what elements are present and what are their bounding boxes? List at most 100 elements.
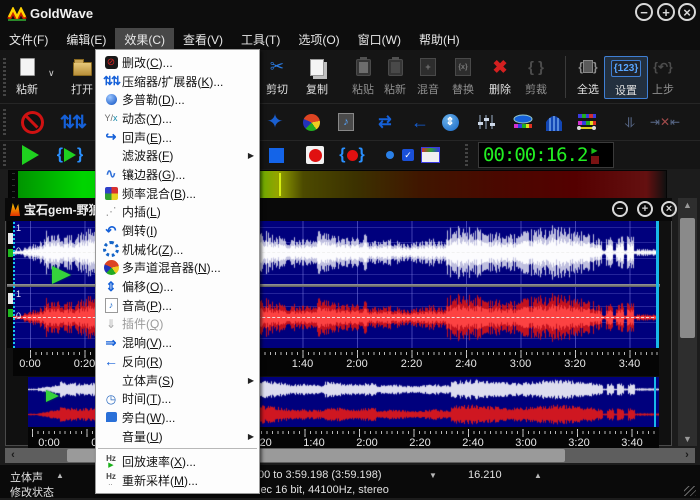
- vertical-scroll-thumb[interactable]: [680, 218, 695, 338]
- toolbar-button-label: 替换: [452, 81, 474, 97]
- channel-mode-cell[interactable]: 立体声: [10, 469, 43, 485]
- menu-item-P[interactable]: ♪音高(P)...: [96, 296, 259, 315]
- sound-minimize-button[interactable]: −: [612, 201, 628, 217]
- menu-item-S[interactable]: 立体声(S)▶: [96, 371, 259, 390]
- menu-item-C[interactable]: ⊘删改(C)...: [96, 53, 259, 72]
- ruler-label: 3:20: [558, 358, 592, 370]
- copy-button[interactable]: 复制: [296, 56, 338, 97]
- trim-button[interactable]: { }剪裁: [515, 56, 557, 97]
- stop-button[interactable]: [259, 142, 293, 168]
- mute-icon[interactable]: [17, 107, 47, 137]
- menu-O[interactable]: 选项(O): [289, 28, 348, 51]
- close-button[interactable]: ×: [678, 3, 696, 21]
- menu-W[interactable]: 窗口(W): [349, 28, 410, 51]
- menu-item-label: 插件(Q): [122, 315, 254, 332]
- time-icon: ◷: [100, 392, 122, 406]
- compressor-arrows-icon[interactable]: ⇅⇅: [57, 107, 87, 137]
- menu-item-label: 频率混合(B)...: [122, 185, 254, 202]
- selection-range-cell[interactable]: 00 to 3:59.198 (3:59.198): [258, 469, 382, 481]
- menu-item-label: 重新采样(M)...: [122, 472, 254, 489]
- properties-window-button[interactable]: [413, 142, 447, 168]
- menu-F[interactable]: 文件(F): [0, 28, 57, 51]
- playback-position-cursor[interactable]: [52, 266, 71, 284]
- menu-C[interactable]: 效果(C): [115, 28, 174, 51]
- selection-start-marker[interactable]: [13, 221, 15, 348]
- record-button[interactable]: [298, 142, 332, 168]
- menu-item-Q[interactable]: ⇓插件(Q): [96, 315, 259, 334]
- scroll-left-icon[interactable]: ‹: [5, 448, 21, 463]
- undo-step-button[interactable]: {↶}上步: [642, 56, 684, 97]
- noise-gate-icon[interactable]: [539, 107, 569, 137]
- channel-mode-up-icon[interactable]: ▲: [56, 471, 64, 480]
- menu-item-B[interactable]: 频率混合(B)...: [96, 184, 259, 203]
- multichannel-mixer-icon: [100, 260, 122, 275]
- resize-grip[interactable]: [684, 486, 696, 496]
- selection-end-marker[interactable]: [656, 221, 659, 348]
- mixer-color-icon[interactable]: [296, 107, 326, 137]
- menu-item-M[interactable]: Hz‥重新采样(M)...: [96, 471, 259, 490]
- menu-item-label: 滤波器(F): [122, 147, 248, 164]
- menu-item-X[interactable]: Hz▶回放速率(X)...: [96, 452, 259, 471]
- menu-item-label: 镶边器(G)...: [122, 166, 254, 183]
- toolbar-separator: [565, 56, 566, 98]
- menu-item-Z[interactable]: 机械化(Z)...: [96, 240, 259, 259]
- play-button[interactable]: [13, 142, 47, 168]
- rate-up-icon[interactable]: ▲: [534, 471, 542, 480]
- rate-cell[interactable]: 16.210: [468, 469, 502, 481]
- menu-item-O[interactable]: ⇕偏移(O)...: [96, 277, 259, 296]
- selection-down-icon[interactable]: ▼: [429, 471, 437, 480]
- maximize-button[interactable]: +: [657, 3, 675, 21]
- menu-item-U[interactable]: 音量(U)▶: [96, 427, 259, 446]
- menu-item-label: 删改(C)...: [122, 54, 254, 71]
- toolbar-button-label: 剪裁: [525, 81, 547, 97]
- scroll-up-icon[interactable]: ▲: [678, 198, 697, 212]
- scissors-button[interactable]: ✂剪切: [256, 56, 298, 97]
- toolbar-grip[interactable]: [3, 144, 6, 166]
- reverb-arrows-icon[interactable]: ⇄: [370, 107, 400, 137]
- menu-item-label: 反向(R): [122, 353, 254, 370]
- play-selection-button[interactable]: {}: [53, 142, 87, 168]
- menu-T[interactable]: 工具(T): [232, 28, 289, 51]
- silence-icon[interactable]: ⇥✕⇤: [650, 107, 680, 137]
- menu-item-K[interactable]: ⇅⇅压缩器/扩展器(K)...: [96, 72, 259, 91]
- menu-item-I[interactable]: ↶倒转(I): [96, 221, 259, 240]
- menu-item-label: 音高(P)...: [122, 297, 254, 314]
- shrink-icon[interactable]: ⥥: [615, 107, 645, 137]
- compressor-icon: ⇅⇅: [100, 74, 122, 88]
- scroll-down-icon[interactable]: ▼: [678, 432, 697, 446]
- equalizer-icon[interactable]: [471, 107, 501, 137]
- new-dropdown-chevron-icon[interactable]: ∨: [48, 68, 55, 79]
- replace-button[interactable]: {x}替换: [442, 56, 484, 97]
- menu-V[interactable]: 查看(V): [174, 28, 232, 51]
- playback-rate-icon: Hz▶: [100, 455, 122, 469]
- offset-circle-icon[interactable]: ⇕: [435, 107, 465, 137]
- menu-item-Y[interactable]: Y/x动态(Y)...: [96, 109, 259, 128]
- menu-item-G[interactable]: ∿镶边器(G)...: [96, 165, 259, 184]
- menu-item-W[interactable]: 旁白(W)...: [96, 408, 259, 427]
- doppler-star-icon[interactable]: ✦: [260, 107, 290, 137]
- menu-item-L[interactable]: ⋰内插(L): [96, 203, 259, 222]
- spectrum-filter-icon[interactable]: [572, 107, 602, 137]
- vertical-scrollbar[interactable]: ▲ ▼: [678, 198, 697, 446]
- pitch-note-icon[interactable]: ♪: [331, 107, 361, 137]
- menu-item-D[interactable]: 多普勒(D)...: [96, 90, 259, 109]
- scroll-right-icon[interactable]: ›: [679, 448, 695, 463]
- new-document-button[interactable]: 粘新: [6, 56, 48, 97]
- spectrum-oval-icon[interactable]: [508, 107, 538, 137]
- select-all-button[interactable]: {}全选: [567, 56, 609, 97]
- menu-E[interactable]: 编辑(E): [57, 28, 115, 51]
- menu-H[interactable]: 帮助(H): [410, 28, 469, 51]
- menu-item-N[interactable]: 多声道混音器(N)...: [96, 259, 259, 278]
- menu-item-T[interactable]: ◷时间(T)...: [96, 389, 259, 408]
- menu-item-R[interactable]: ←反向(R): [96, 352, 259, 371]
- sound-maximize-button[interactable]: +: [637, 201, 653, 217]
- menu-item-E[interactable]: ↪回声(E)...: [96, 128, 259, 147]
- toolbar-grip[interactable]: [3, 109, 6, 135]
- overview-playback-cursor[interactable]: [46, 390, 59, 402]
- menu-item-V[interactable]: ⇒混响(V)...: [96, 333, 259, 352]
- minimize-button[interactable]: −: [635, 3, 653, 21]
- menu-item-F[interactable]: 滤波器(F)▶: [96, 146, 259, 165]
- record-selection-button[interactable]: {}: [335, 142, 369, 168]
- sound-close-button[interactable]: ×: [661, 201, 677, 217]
- reverse-arrow-icon[interactable]: ←: [405, 107, 435, 137]
